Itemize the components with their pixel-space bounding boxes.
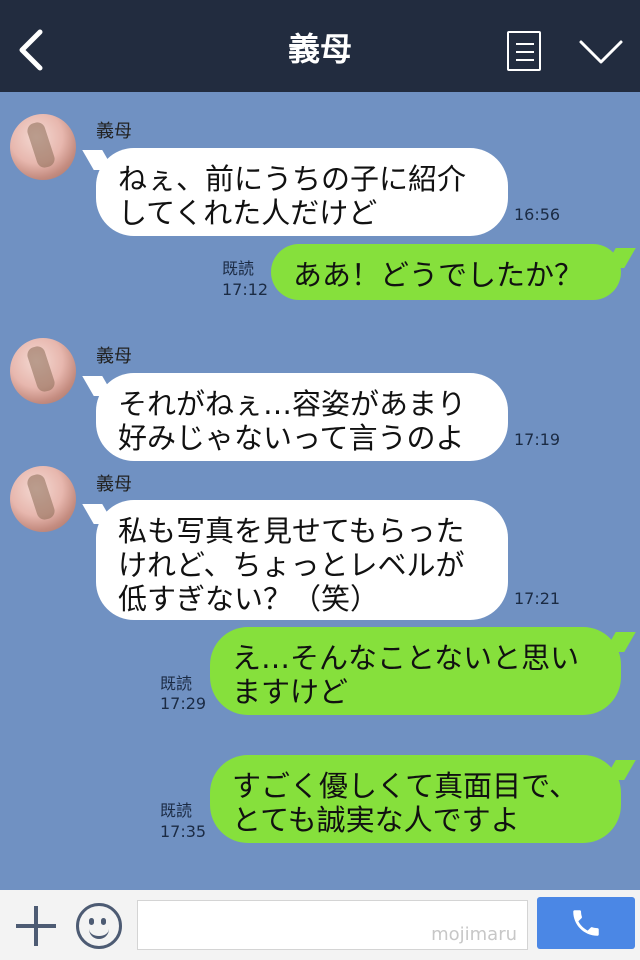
message-bubble[interactable]: ねぇ、前にうちの子に紹介 してくれた人だけど bbox=[96, 148, 508, 236]
input-bar: mojimaru bbox=[0, 890, 640, 960]
avatar[interactable] bbox=[10, 466, 76, 532]
message-bubble[interactable]: ああ！どうでしたか？ bbox=[271, 244, 621, 300]
menu-icon[interactable] bbox=[507, 31, 541, 71]
message-time: 17:19 bbox=[514, 430, 561, 449]
smiley-icon[interactable] bbox=[76, 903, 122, 949]
message-time: 17:21 bbox=[514, 589, 561, 608]
chevron-down-icon[interactable] bbox=[578, 38, 624, 66]
call-button[interactable] bbox=[537, 897, 635, 949]
sender-name: 義母 bbox=[96, 474, 132, 495]
message-bubble[interactable]: それがねぇ…容姿があまり 好みじゃないって言うのよ bbox=[96, 373, 508, 461]
message-time: 17:35 bbox=[160, 822, 207, 841]
message-time: 17:12 bbox=[222, 280, 269, 299]
avatar[interactable] bbox=[10, 114, 76, 180]
chat-header: 義母 bbox=[0, 0, 640, 92]
sender-name: 義母 bbox=[96, 346, 132, 367]
phone-icon bbox=[573, 910, 599, 936]
watermark: mojimaru bbox=[431, 924, 517, 945]
read-label: 既読 bbox=[160, 674, 193, 693]
read-label: 既読 bbox=[222, 259, 255, 278]
message-bubble[interactable]: え…そんなことないと思い ますけど bbox=[210, 627, 621, 715]
message-list[interactable]: 義母 ねぇ、前にうちの子に紹介 してくれた人だけど 16:56 既読 17:12… bbox=[0, 92, 640, 890]
message-bubble[interactable]: すごく優しくて真面目で、 とても誠実な人ですよ bbox=[210, 755, 621, 843]
read-label: 既読 bbox=[160, 801, 193, 820]
avatar[interactable] bbox=[10, 338, 76, 404]
message-time: 16:56 bbox=[514, 205, 561, 224]
message-bubble[interactable]: 私も写真を見せてもらった けれど、ちょっとレベルが 低すぎない？（笑） bbox=[96, 500, 508, 620]
sender-name: 義母 bbox=[96, 121, 132, 142]
chat-title: 義母 bbox=[287, 30, 352, 68]
message-input[interactable]: mojimaru bbox=[137, 900, 528, 950]
message-time: 17:29 bbox=[160, 694, 207, 713]
plus-icon[interactable] bbox=[16, 906, 56, 946]
